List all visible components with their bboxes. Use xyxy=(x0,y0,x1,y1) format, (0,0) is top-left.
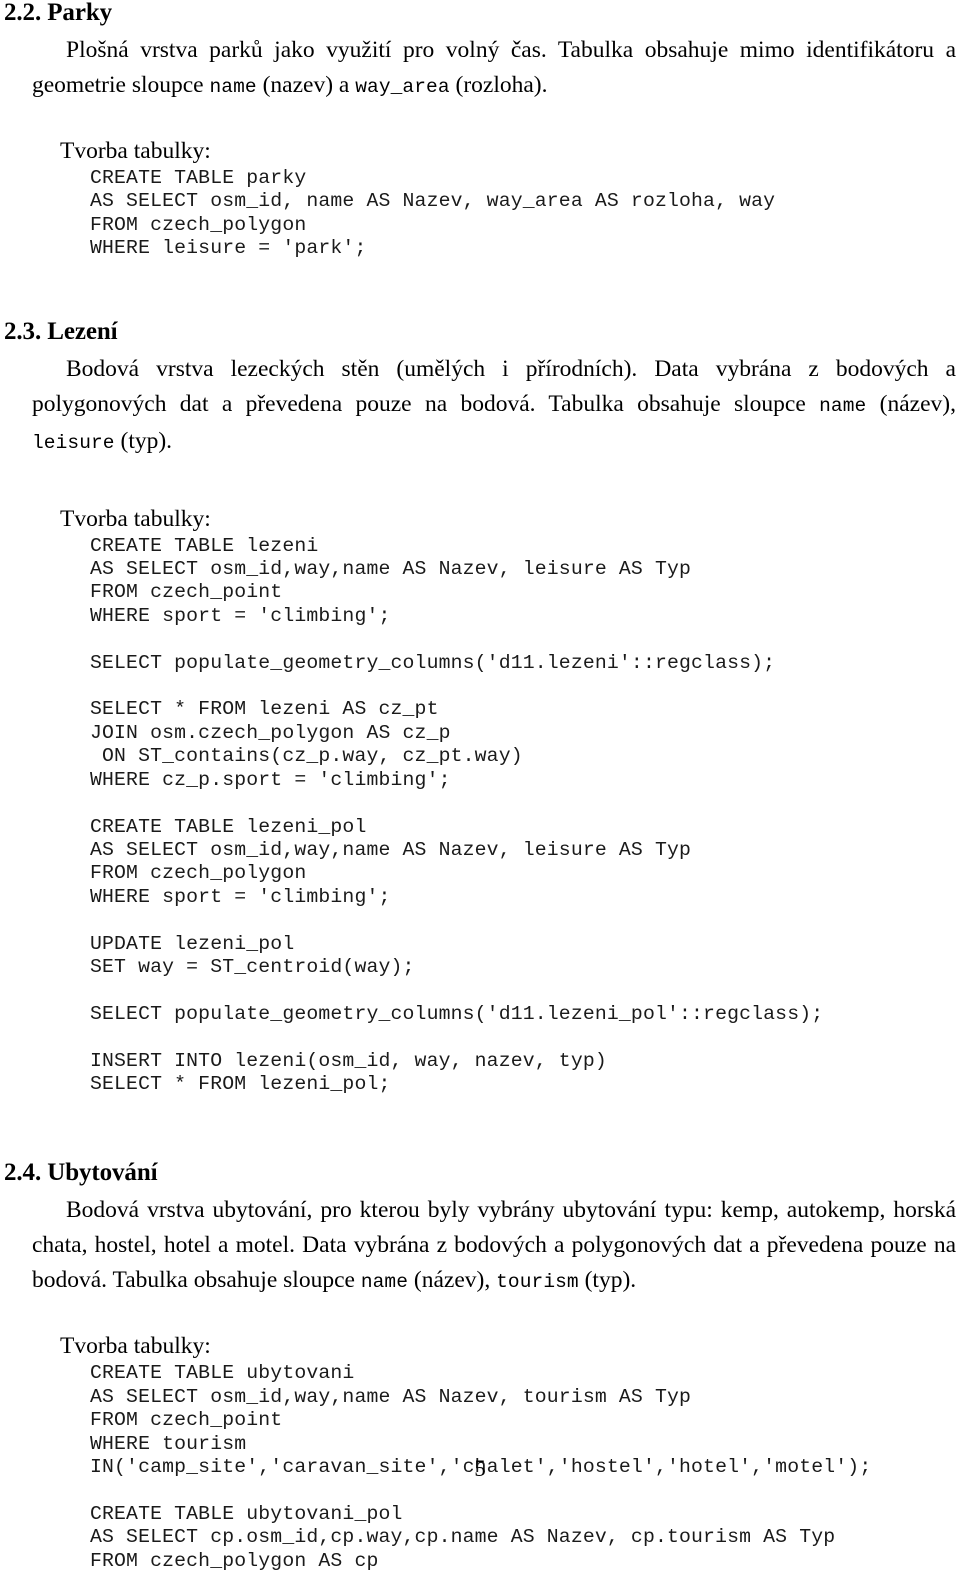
code-label-ubytovani: Tvorba tabulky: xyxy=(60,1333,211,1360)
section-heading-parky: 2.2. Parky xyxy=(4,0,113,26)
section-heading-ubytovani: 2.4. Ubytování xyxy=(4,1159,158,1187)
paragraph-text: (typ). xyxy=(578,1267,637,1294)
section-heading-lezeni: 2.3. Lezení xyxy=(4,317,118,345)
paragraph-parky: Plošná vrstva parků jako využití pro vol… xyxy=(4,33,956,105)
inline-code-leisure: leisure xyxy=(32,431,115,454)
document-page: 2.2. Parky Plošná vrstva parků jako využ… xyxy=(0,0,960,1572)
paragraph-text: Bodová vrstva lezeckých stěn (umělých i … xyxy=(32,355,956,417)
inline-code-name: name xyxy=(360,1271,409,1294)
inline-code-tourism: tourism xyxy=(496,1271,579,1294)
code-block-lezeni: CREATE TABLE lezeni AS SELECT osm_id,way… xyxy=(90,534,824,1095)
paragraph-text: (typ). xyxy=(114,427,173,454)
code-label-parky: Tvorba tabulky: xyxy=(60,138,211,164)
page-number: 5 xyxy=(474,1456,486,1481)
paragraph-lezeni: Bodová vrstva lezeckých stěn (umělých i … xyxy=(4,352,956,461)
paragraph-text: (název), xyxy=(866,390,956,417)
code-label-lezeni: Tvorba tabulky: xyxy=(60,505,211,532)
section-parky: 2.2. Parky Plošná vrstva parků jako využ… xyxy=(4,0,956,261)
paragraph-text: (nazev) a xyxy=(256,72,356,98)
paragraph-ubytovani: Bodová vrstva ubytování, pro kterou byly… xyxy=(4,1193,956,1300)
paragraph-text: (rozloha). xyxy=(449,72,548,98)
section-ubytovani: 2.4. Ubytování Bodová vrstva ubytování, … xyxy=(4,1160,956,1573)
inline-code-way-area: way_area xyxy=(355,76,450,98)
paragraph-text: (název), xyxy=(408,1267,497,1294)
inline-code-name: name xyxy=(819,394,867,417)
code-block-parky: CREATE TABLE parky AS SELECT osm_id, nam… xyxy=(90,167,776,260)
section-lezeni: 2.3. Lezení Bodová vrstva lezeckých stěn… xyxy=(4,319,956,1097)
inline-code-name: name xyxy=(209,76,257,98)
